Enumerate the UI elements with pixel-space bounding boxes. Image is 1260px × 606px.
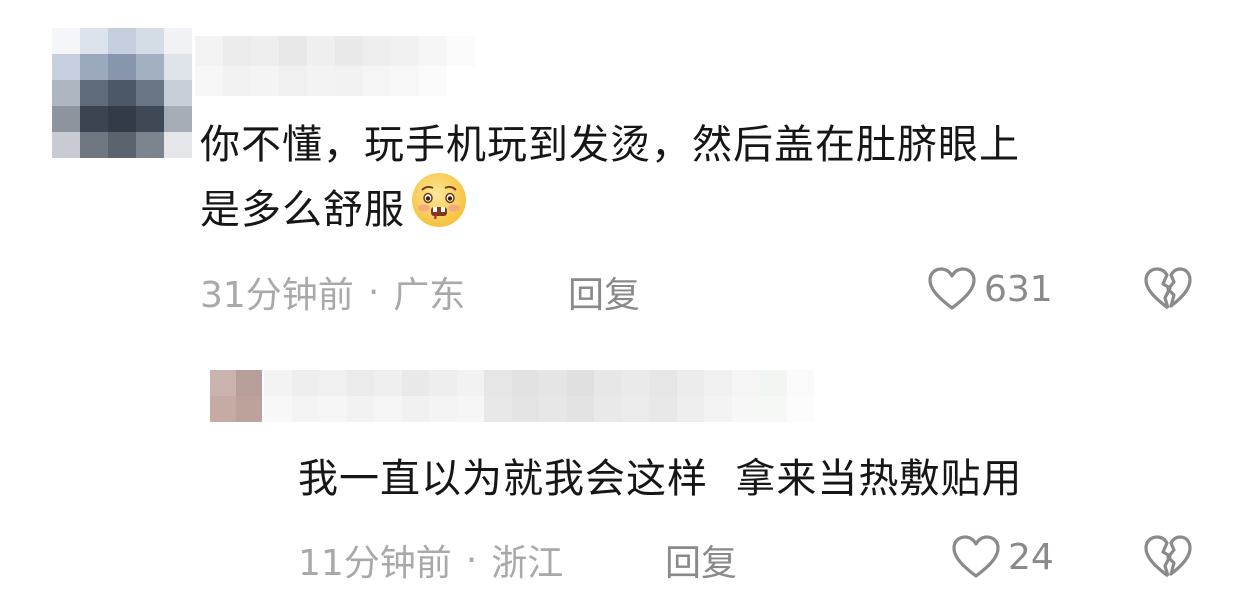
comment-text-line: 你不懂，玩手机玩到发烫，然后盖在肚脐眼上: [200, 122, 1020, 168]
heart-icon: [952, 535, 1000, 578]
like-count: 24: [1008, 536, 1054, 578]
broken-heart-icon: [1144, 535, 1192, 578]
comment-text: 我一直以为就我会这样 拿来当热敷贴用: [298, 450, 1022, 508]
reply-button[interactable]: 回复: [665, 534, 737, 586]
dislike-button[interactable]: [1142, 266, 1194, 316]
location: 浙江: [491, 543, 564, 584]
comment-text-line: 是多么舒服: [200, 173, 1020, 250]
comment-meta: 31分钟前 · 广东: [200, 266, 465, 318]
comment-meta: 11分钟前 · 浙江: [298, 534, 563, 586]
timestamp: 11分钟前: [298, 543, 452, 584]
dislike-button[interactable]: [1142, 534, 1194, 584]
pleading-face-emoji-icon: [409, 170, 469, 246]
reply-button[interactable]: 回复: [568, 266, 640, 318]
location: 广东: [393, 275, 466, 316]
avatar[interactable]: [210, 370, 262, 422]
username[interactable]: [195, 36, 475, 96]
username[interactable]: [264, 370, 814, 422]
separator: ·: [465, 539, 478, 581]
like-count: 631: [984, 268, 1053, 310]
comment-text-line: 我一直以为就我会这样 拿来当热敷贴用: [298, 456, 1023, 502]
avatar[interactable]: [52, 28, 192, 158]
like-button[interactable]: 631: [926, 266, 1053, 312]
heart-icon: [928, 267, 976, 310]
broken-heart-icon: [1144, 267, 1192, 310]
separator: ·: [367, 271, 380, 313]
comment-text: 你不懂，玩手机玩到发烫，然后盖在肚脐眼上 是多么舒服: [200, 116, 1020, 250]
like-button[interactable]: 24: [950, 534, 1054, 580]
timestamp: 31分钟前: [200, 275, 354, 316]
